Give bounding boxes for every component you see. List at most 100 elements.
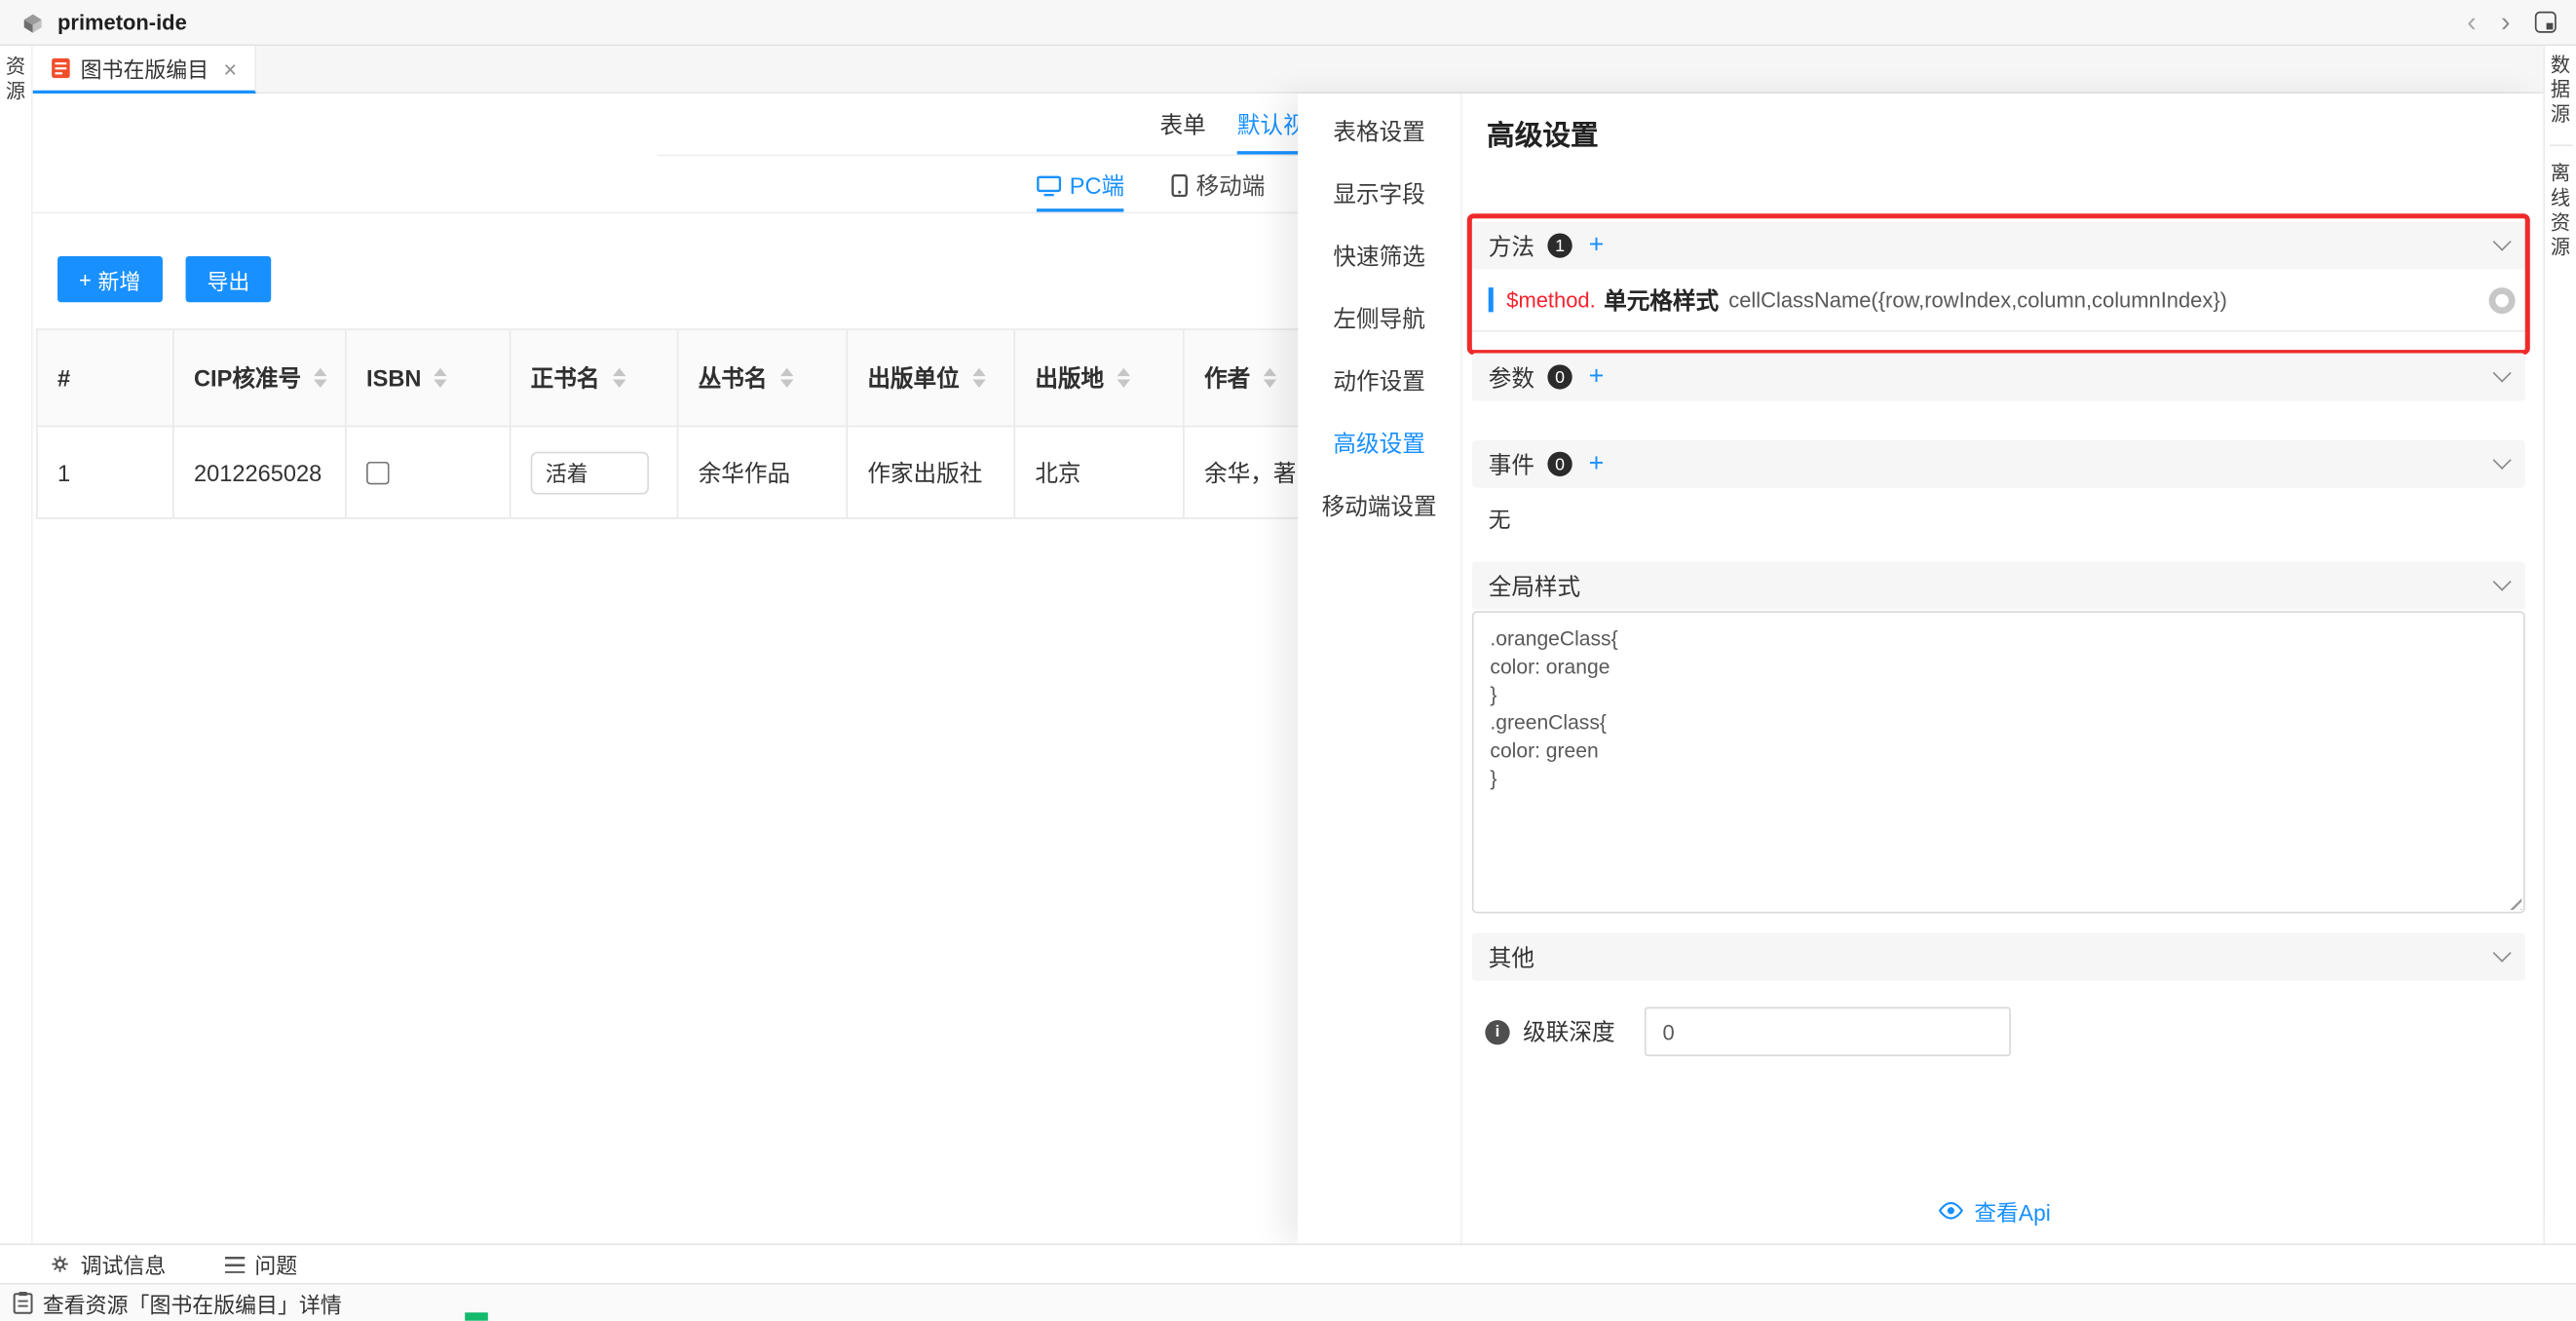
cell-index: 1 xyxy=(38,426,174,517)
form-file-icon xyxy=(51,57,70,79)
cascade-depth-input[interactable] xyxy=(1645,1007,2011,1057)
chevron-down-icon[interactable] xyxy=(2493,232,2512,250)
problems-label: 问题 xyxy=(254,1249,297,1280)
sort-icon[interactable] xyxy=(972,368,985,388)
method-entry-marker xyxy=(1489,287,1494,312)
problems-tab[interactable]: 问题 xyxy=(225,1249,297,1280)
params-count-badge: 0 xyxy=(1547,364,1572,389)
title-bar: primeton-ide ‹ › xyxy=(0,0,2576,46)
add-event-icon[interactable]: + xyxy=(1589,451,1605,477)
status-bar: 查看资源「图书在版编目」详情 xyxy=(0,1283,2576,1321)
tab-pc[interactable]: PC端 xyxy=(1037,170,1124,203)
list-icon xyxy=(225,1256,245,1272)
clipboard-icon xyxy=(13,1291,32,1314)
tab-mobile[interactable]: 移动端 xyxy=(1171,170,1265,203)
section-params[interactable]: 参数 0 + xyxy=(1472,354,2525,401)
nav-forward-icon[interactable]: › xyxy=(2501,8,2511,36)
menu-advanced-settings[interactable]: 高级设置 xyxy=(1298,412,1460,474)
menu-action-settings[interactable]: 动作设置 xyxy=(1298,350,1460,412)
menu-mobile-settings[interactable]: 移动端设置 xyxy=(1298,474,1460,537)
book-table: # CIP核准号 ISBN 正书名 丛书名 xyxy=(36,328,1353,519)
sort-icon[interactable] xyxy=(435,368,447,388)
method-action-icon[interactable] xyxy=(2489,286,2516,313)
cell-place: 北京 xyxy=(1015,426,1185,517)
col-isbn-label: ISBN xyxy=(366,364,421,391)
col-isbn: ISBN xyxy=(347,330,511,426)
view-api-label: 查看Api xyxy=(1974,1194,2050,1227)
col-cip-label: CIP核准号 xyxy=(194,361,301,395)
section-events[interactable]: 事件 0 + xyxy=(1472,440,2525,488)
col-index: # xyxy=(38,330,174,426)
chevron-down-icon[interactable] xyxy=(2493,450,2512,469)
global-style-editor-wrap: .orangeClass{ color: orange } .greenClas… xyxy=(1472,611,2525,913)
section-methods-label: 方法 xyxy=(1489,229,1534,262)
table-header-row: # CIP核准号 ISBN 正书名 丛书名 xyxy=(38,330,1352,426)
right-sidebar-strip: 数据源 离线资源 xyxy=(2543,46,2576,1243)
col-title-label: 正书名 xyxy=(531,361,600,395)
chevron-down-icon[interactable] xyxy=(2493,572,2512,590)
menu-display-fields[interactable]: 显示字段 xyxy=(1298,163,1460,225)
info-icon: i xyxy=(1485,1019,1509,1043)
add-method-icon[interactable]: + xyxy=(1589,233,1605,259)
app-title: primeton-ide xyxy=(57,10,187,34)
cell-series: 余华作品 xyxy=(678,426,848,517)
document-tab[interactable]: 图书在版编目 × xyxy=(33,46,257,94)
menu-quick-filter[interactable]: 快速筛选 xyxy=(1298,225,1460,287)
cell-isbn xyxy=(347,426,511,517)
method-signature: cellClassName({row,rowIndex,column,colum… xyxy=(1728,287,2227,312)
offline-resources-vertical-tab[interactable]: 离线资源 xyxy=(2547,163,2575,261)
events-empty-text: 无 xyxy=(1489,501,1511,534)
events-count-badge: 0 xyxy=(1547,452,1572,476)
isbn-checkbox[interactable] xyxy=(366,461,390,484)
cell-title: 活着 xyxy=(511,426,678,517)
left-sidebar-strip: 资源 xyxy=(0,46,33,1243)
section-events-label: 事件 xyxy=(1489,447,1534,480)
taskbar-indicator xyxy=(465,1312,488,1320)
add-button-label: 新增 xyxy=(97,264,140,295)
close-icon[interactable]: × xyxy=(223,55,237,81)
section-params-label: 参数 xyxy=(1489,360,1534,394)
menu-table-settings[interactable]: 表格设置 xyxy=(1298,100,1460,163)
sort-icon[interactable] xyxy=(613,368,625,388)
method-prefix: $method. xyxy=(1506,287,1595,312)
view-api-link[interactable]: 查看Api xyxy=(1462,1194,2525,1227)
method-name: 单元格样式 xyxy=(1604,283,1719,317)
status-text: 查看资源「图书在版编目」详情 xyxy=(43,1287,342,1318)
settings-panel: 表格设置 显示字段 快速筛选 左侧导航 动作设置 高级设置 移动端设置 高级设置… xyxy=(1298,94,2543,1243)
sort-icon[interactable] xyxy=(780,368,793,388)
col-publisher: 出版单位 xyxy=(848,330,1015,426)
section-methods[interactable]: 方法 1 + xyxy=(1472,222,2525,270)
section-global-style[interactable]: 全局样式 xyxy=(1472,562,2525,610)
sort-icon[interactable] xyxy=(315,368,327,388)
tab-form[interactable]: 表单 xyxy=(1159,108,1205,141)
export-button[interactable]: 导出 xyxy=(186,256,272,302)
cascade-depth-row: i 级联深度 xyxy=(1485,1005,2011,1058)
resources-vertical-tab[interactable]: 资源 xyxy=(2,56,30,105)
col-place-label: 出版地 xyxy=(1035,361,1104,395)
add-button[interactable]: + 新增 xyxy=(57,256,162,302)
datasource-vertical-tab[interactable]: 数据源 xyxy=(2547,55,2575,129)
col-index-label: # xyxy=(57,364,70,391)
layout-icon[interactable] xyxy=(2535,12,2557,33)
title-cell-input[interactable]: 活着 xyxy=(531,451,649,494)
section-other[interactable]: 其他 xyxy=(1472,933,2525,981)
tab-mobile-label: 移动端 xyxy=(1196,170,1266,203)
sort-icon[interactable] xyxy=(1118,368,1130,388)
col-author-label: 作者 xyxy=(1204,361,1250,395)
global-style-editor[interactable]: .orangeClass{ color: orange } .greenClas… xyxy=(1472,611,2525,913)
settings-content: 高级设置 方法 1 + $method. 单元格样式 cellClassName… xyxy=(1462,94,2544,1243)
method-entry[interactable]: $method. 单元格样式 cellClassName({row,rowInd… xyxy=(1472,270,2525,332)
sort-icon[interactable] xyxy=(1264,368,1276,388)
col-cip: CIP核准号 xyxy=(174,330,347,426)
col-title: 正书名 xyxy=(511,330,678,426)
chevron-down-icon[interactable] xyxy=(2493,943,2512,962)
cascade-depth-label: 级联深度 xyxy=(1523,1015,1614,1048)
nav-back-icon[interactable]: ‹ xyxy=(2467,8,2477,36)
menu-left-nav[interactable]: 左侧导航 xyxy=(1298,287,1460,350)
bottom-tool-bar: 调试信息 问题 xyxy=(0,1243,2576,1282)
add-param-icon[interactable]: + xyxy=(1589,363,1605,390)
phone-icon xyxy=(1171,174,1188,198)
col-place: 出版地 xyxy=(1015,330,1185,426)
debug-info-tab[interactable]: 调试信息 xyxy=(50,1249,167,1280)
chevron-down-icon[interactable] xyxy=(2493,363,2512,382)
